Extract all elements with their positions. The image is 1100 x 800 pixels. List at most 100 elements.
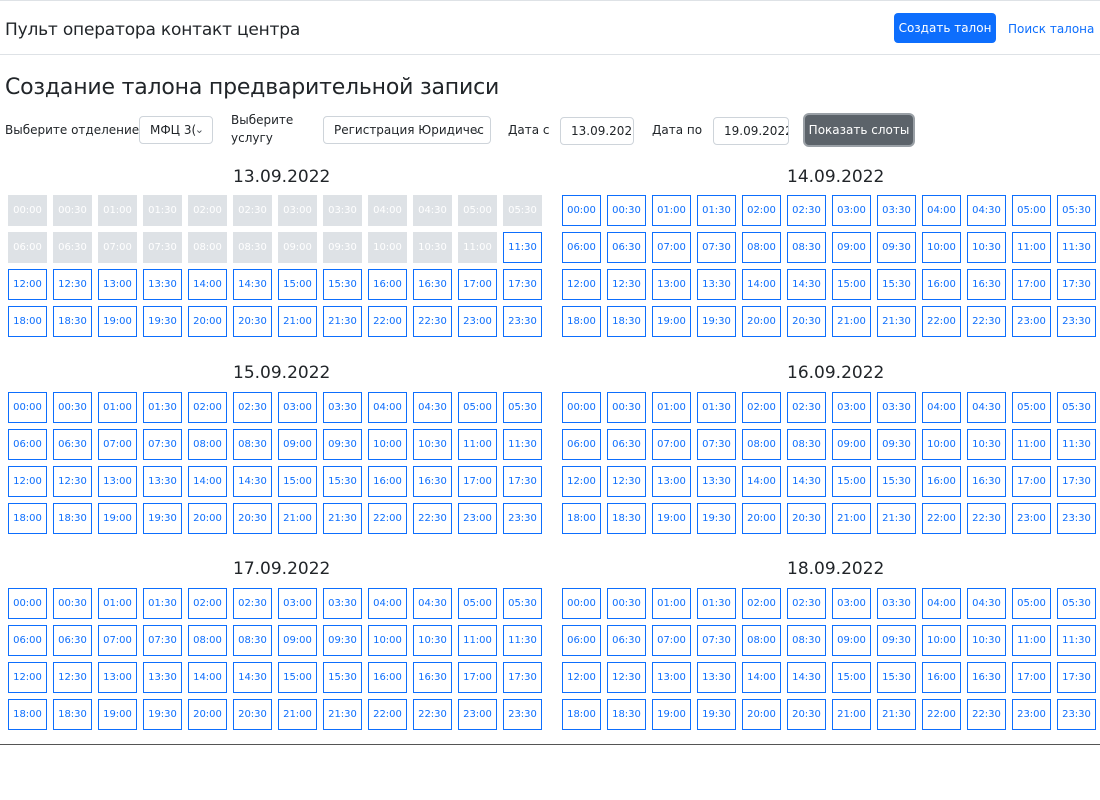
time-slot-button[interactable]: 19:30	[143, 699, 182, 730]
time-slot-button[interactable]: 06:00	[8, 429, 47, 460]
time-slot-button[interactable]: 21:30	[323, 503, 362, 534]
time-slot-button[interactable]: 22:30	[967, 306, 1006, 337]
time-slot-button[interactable]: 19:30	[143, 306, 182, 337]
time-slot-button[interactable]: 00:30	[53, 392, 92, 423]
time-slot-button[interactable]: 10:30	[967, 232, 1006, 263]
time-slot-button[interactable]: 09:00	[832, 232, 871, 263]
time-slot-button[interactable]: 00:30	[607, 392, 646, 423]
time-slot-button[interactable]: 04:30	[967, 195, 1006, 226]
time-slot-button[interactable]: 22:00	[922, 503, 961, 534]
time-slot-button[interactable]: 04:30	[967, 392, 1006, 423]
time-slot-button[interactable]: 18:30	[607, 699, 646, 730]
time-slot-button[interactable]: 14:30	[233, 466, 272, 497]
time-slot-button[interactable]: 06:30	[53, 429, 92, 460]
time-slot-button[interactable]: 13:30	[143, 466, 182, 497]
time-slot-button[interactable]: 14:30	[787, 269, 826, 300]
time-slot-button[interactable]: 13:30	[697, 269, 736, 300]
time-slot-button[interactable]: 15:00	[278, 466, 317, 497]
time-slot-button[interactable]: 08:00	[742, 232, 781, 263]
time-slot-button[interactable]: 18:00	[8, 699, 47, 730]
time-slot-button[interactable]: 15:30	[877, 269, 916, 300]
time-slot-button[interactable]: 18:00	[8, 503, 47, 534]
time-slot-button[interactable]: 22:30	[967, 503, 1006, 534]
time-slot-button[interactable]: 17:00	[1012, 269, 1051, 300]
time-slot-button[interactable]: 03:30	[323, 588, 362, 619]
time-slot-button[interactable]: 11:30	[503, 429, 542, 460]
time-slot-button[interactable]: 00:30	[607, 588, 646, 619]
time-slot-button[interactable]: 23:30	[1057, 306, 1096, 337]
time-slot-button[interactable]: 17:00	[458, 269, 497, 300]
create-ticket-button[interactable]: Создать талон	[894, 13, 996, 43]
time-slot-button[interactable]: 03:00	[278, 588, 317, 619]
time-slot-button[interactable]: 14:30	[787, 466, 826, 497]
time-slot-button[interactable]: 05:30	[1057, 392, 1096, 423]
time-slot-button[interactable]: 15:30	[877, 466, 916, 497]
time-slot-button[interactable]: 19:00	[98, 306, 137, 337]
time-slot-button[interactable]: 13:00	[98, 466, 137, 497]
time-slot-button[interactable]: 09:00	[278, 625, 317, 656]
time-slot-button[interactable]: 13:30	[697, 466, 736, 497]
time-slot-button[interactable]: 08:30	[233, 625, 272, 656]
time-slot-button[interactable]: 11:00	[1012, 232, 1051, 263]
time-slot-button[interactable]: 13:00	[98, 662, 137, 693]
time-slot-button[interactable]: 20:30	[233, 699, 272, 730]
time-slot-button[interactable]: 04:00	[922, 588, 961, 619]
time-slot-button[interactable]: 13:30	[143, 662, 182, 693]
time-slot-button[interactable]: 00:00	[562, 392, 601, 423]
time-slot-button[interactable]: 16:00	[368, 466, 407, 497]
time-slot-button[interactable]: 17:00	[1012, 466, 1051, 497]
time-slot-button[interactable]: 11:30	[1057, 625, 1096, 656]
time-slot-button[interactable]: 17:30	[503, 269, 542, 300]
time-slot-button[interactable]: 10:30	[413, 625, 452, 656]
time-slot-button[interactable]: 05:30	[503, 392, 542, 423]
time-slot-button[interactable]: 01:30	[143, 392, 182, 423]
time-slot-button[interactable]: 18:30	[53, 503, 92, 534]
time-slot-button[interactable]: 06:30	[607, 429, 646, 460]
time-slot-button[interactable]: 21:30	[323, 699, 362, 730]
time-slot-button[interactable]: 02:30	[233, 588, 272, 619]
time-slot-button[interactable]: 03:00	[832, 195, 871, 226]
time-slot-button[interactable]: 23:00	[458, 699, 497, 730]
time-slot-button[interactable]: 12:30	[607, 466, 646, 497]
time-slot-button[interactable]: 16:30	[413, 466, 452, 497]
time-slot-button[interactable]: 02:30	[787, 588, 826, 619]
time-slot-button[interactable]: 00:00	[8, 588, 47, 619]
time-slot-button[interactable]: 18:00	[562, 306, 601, 337]
time-slot-button[interactable]: 09:30	[323, 625, 362, 656]
time-slot-button[interactable]: 14:00	[188, 466, 227, 497]
time-slot-button[interactable]: 04:30	[967, 588, 1006, 619]
time-slot-button[interactable]: 19:00	[652, 699, 691, 730]
time-slot-button[interactable]: 19:00	[652, 503, 691, 534]
time-slot-button[interactable]: 10:00	[368, 429, 407, 460]
time-slot-button[interactable]: 06:30	[53, 625, 92, 656]
time-slot-button[interactable]: 18:00	[562, 503, 601, 534]
time-slot-button[interactable]: 11:30	[503, 625, 542, 656]
time-slot-button[interactable]: 06:00	[562, 429, 601, 460]
time-slot-button[interactable]: 01:00	[652, 195, 691, 226]
service-select[interactable]: Регистрация Юридичес ⌄	[323, 116, 491, 144]
time-slot-button[interactable]: 21:00	[832, 503, 871, 534]
time-slot-button[interactable]: 21:00	[278, 306, 317, 337]
time-slot-button[interactable]: 11:30	[503, 232, 542, 263]
time-slot-button[interactable]: 09:30	[877, 625, 916, 656]
time-slot-button[interactable]: 20:30	[233, 306, 272, 337]
time-slot-button[interactable]: 05:00	[1012, 392, 1051, 423]
time-slot-button[interactable]: 05:00	[458, 392, 497, 423]
time-slot-button[interactable]: 17:30	[503, 466, 542, 497]
time-slot-button[interactable]: 02:00	[188, 392, 227, 423]
time-slot-button[interactable]: 15:00	[832, 269, 871, 300]
time-slot-button[interactable]: 02:30	[787, 392, 826, 423]
time-slot-button[interactable]: 18:00	[562, 699, 601, 730]
time-slot-button[interactable]: 23:30	[503, 503, 542, 534]
time-slot-button[interactable]: 09:00	[278, 429, 317, 460]
time-slot-button[interactable]: 03:30	[877, 392, 916, 423]
time-slot-button[interactable]: 12:00	[8, 466, 47, 497]
time-slot-button[interactable]: 19:30	[697, 503, 736, 534]
time-slot-button[interactable]: 04:00	[922, 195, 961, 226]
time-slot-button[interactable]: 16:00	[922, 269, 961, 300]
time-slot-button[interactable]: 11:30	[1057, 232, 1096, 263]
time-slot-button[interactable]: 22:30	[413, 503, 452, 534]
time-slot-button[interactable]: 12:00	[562, 466, 601, 497]
time-slot-button[interactable]: 19:30	[697, 699, 736, 730]
time-slot-button[interactable]: 05:30	[1057, 588, 1096, 619]
